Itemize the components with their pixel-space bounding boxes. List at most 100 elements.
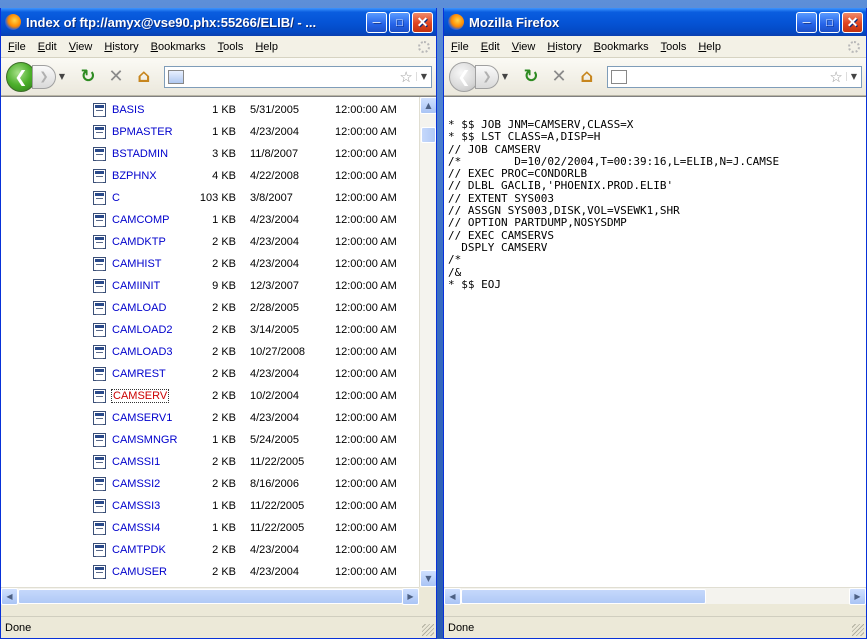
menu-edit[interactable]: Edit: [35, 41, 66, 53]
forward-arrow-icon[interactable]: ❯: [32, 64, 56, 89]
text-file-icon[interactable]: [93, 147, 106, 161]
close-button[interactable]: ✕: [412, 12, 433, 33]
file-link[interactable]: CAMLOAD2: [112, 324, 173, 336]
text-file-icon[interactable]: [93, 125, 106, 139]
file-link[interactable]: CAMIINIT: [112, 280, 160, 292]
text-file-icon[interactable]: [93, 477, 106, 491]
text-file-icon[interactable]: [93, 521, 106, 535]
bookmark-star-icon[interactable]: ☆: [396, 68, 415, 86]
file-link[interactable]: CAMSSI3: [112, 500, 160, 512]
file-link[interactable]: CAMUSER: [112, 566, 167, 578]
scroll-up-icon[interactable]: ▲: [420, 97, 436, 114]
file-link[interactable]: CAMLOAD3: [112, 346, 173, 358]
text-file-icon[interactable]: [93, 301, 106, 315]
resize-grip-icon[interactable]: [422, 624, 434, 636]
file-link[interactable]: CAMSSI2: [112, 478, 160, 490]
maximize-button[interactable]: □: [819, 12, 840, 33]
text-file-icon[interactable]: [93, 433, 106, 447]
menu-tools[interactable]: Tools: [215, 41, 253, 53]
horizontal-scroll-thumb[interactable]: [18, 589, 403, 604]
file-link[interactable]: CAMREST: [112, 368, 166, 380]
home-icon[interactable]: ⌂: [573, 65, 601, 89]
text-file-icon[interactable]: [93, 345, 106, 359]
url-dropdown-icon[interactable]: ▼: [845, 72, 861, 81]
reload-icon[interactable]: ↻: [517, 65, 545, 89]
page-icon[interactable]: [611, 69, 627, 84]
site-identity-icon[interactable]: [168, 69, 184, 84]
text-file-icon[interactable]: [93, 279, 106, 293]
right-url-input[interactable]: [631, 70, 827, 83]
history-dropdown-icon[interactable]: ▼: [499, 72, 511, 81]
file-link[interactable]: CAMSSI1: [112, 456, 160, 468]
file-link[interactable]: CAMSERV1: [112, 412, 172, 424]
scroll-left-icon[interactable]: ◀: [444, 588, 461, 605]
file-link[interactable]: CAMLOAD: [112, 302, 166, 314]
horizontal-scrollbar[interactable]: ◀ ▶: [1, 587, 419, 605]
history-dropdown-icon[interactable]: ▼: [56, 72, 68, 81]
home-icon[interactable]: ⌂: [130, 65, 158, 89]
menu-help[interactable]: Help: [252, 41, 287, 53]
horizontal-scrollbar[interactable]: ◀ ▶: [444, 587, 866, 605]
left-titlebar[interactable]: Index of ftp://amyx@vse90.phx:55266/ELIB…: [1, 8, 436, 36]
url-dropdown-icon[interactable]: ▼: [415, 72, 431, 81]
right-url-bar[interactable]: ☆ ▼: [607, 65, 862, 88]
file-link[interactable]: CAMSMNGR: [112, 434, 177, 446]
text-file-icon[interactable]: [93, 543, 106, 557]
text-file-icon[interactable]: [93, 499, 106, 513]
close-button[interactable]: ✕: [842, 12, 863, 33]
file-link[interactable]: BASIS: [112, 104, 144, 116]
reload-icon[interactable]: ↻: [74, 65, 102, 89]
text-file-icon[interactable]: [93, 367, 106, 381]
file-link[interactable]: BZPHNX: [112, 170, 157, 182]
menu-file[interactable]: File: [5, 41, 35, 53]
right-titlebar[interactable]: Mozilla Firefox ─ □ ✕: [444, 8, 866, 36]
text-file-icon[interactable]: [93, 565, 106, 579]
menu-bookmarks[interactable]: Bookmarks: [148, 41, 215, 53]
text-file-icon[interactable]: [93, 103, 106, 117]
file-link[interactable]: CAMHIST: [112, 258, 162, 270]
scroll-down-icon[interactable]: ▼: [420, 570, 436, 587]
text-file-icon[interactable]: [93, 257, 106, 271]
menu-history[interactable]: History: [101, 41, 147, 53]
file-link[interactable]: C: [112, 192, 120, 204]
horizontal-scroll-thumb[interactable]: [461, 589, 706, 604]
vertical-scrollbar[interactable]: ▲ ▼: [419, 97, 436, 604]
text-file-icon[interactable]: [93, 411, 106, 425]
minimize-button[interactable]: ─: [366, 12, 387, 33]
stop-icon[interactable]: ✕: [102, 65, 130, 89]
menu-view[interactable]: View: [509, 41, 545, 53]
file-link[interactable]: BPMASTER: [112, 126, 173, 138]
scroll-left-icon[interactable]: ◀: [1, 588, 18, 605]
file-link[interactable]: BSTADMIN: [112, 148, 168, 160]
bookmark-star-icon[interactable]: ☆: [826, 68, 845, 86]
menu-history[interactable]: History: [544, 41, 590, 53]
menu-view[interactable]: View: [66, 41, 102, 53]
text-file-icon[interactable]: [93, 191, 106, 205]
text-file-icon[interactable]: [93, 389, 106, 403]
file-link[interactable]: CAMSERV: [110, 389, 170, 403]
menu-edit[interactable]: Edit: [478, 41, 509, 53]
stop-icon[interactable]: ✕: [545, 65, 573, 89]
forward-arrow-icon[interactable]: ❯: [475, 64, 499, 89]
maximize-button[interactable]: □: [389, 12, 410, 33]
resize-grip-icon[interactable]: [852, 624, 864, 636]
minimize-button[interactable]: ─: [796, 12, 817, 33]
file-link[interactable]: CAMTPDK: [112, 544, 166, 556]
text-file-icon[interactable]: [93, 169, 106, 183]
file-link[interactable]: CAMCOMP: [112, 214, 169, 226]
menu-bookmarks[interactable]: Bookmarks: [591, 41, 658, 53]
left-url-input[interactable]: [188, 70, 397, 83]
text-file-icon[interactable]: [93, 235, 106, 249]
menu-help[interactable]: Help: [695, 41, 730, 53]
scroll-right-icon[interactable]: ▶: [402, 588, 419, 605]
text-file-icon[interactable]: [93, 323, 106, 337]
left-url-bar[interactable]: ☆ ▼: [164, 65, 432, 88]
file-link[interactable]: CAMDKTP: [112, 236, 166, 248]
scroll-right-icon[interactable]: ▶: [849, 588, 866, 605]
menu-file[interactable]: File: [448, 41, 478, 53]
file-link[interactable]: CAMSSI4: [112, 522, 160, 534]
text-file-icon[interactable]: [93, 213, 106, 227]
text-file-icon[interactable]: [93, 455, 106, 469]
scroll-thumb[interactable]: [421, 127, 436, 143]
menu-tools[interactable]: Tools: [658, 41, 696, 53]
